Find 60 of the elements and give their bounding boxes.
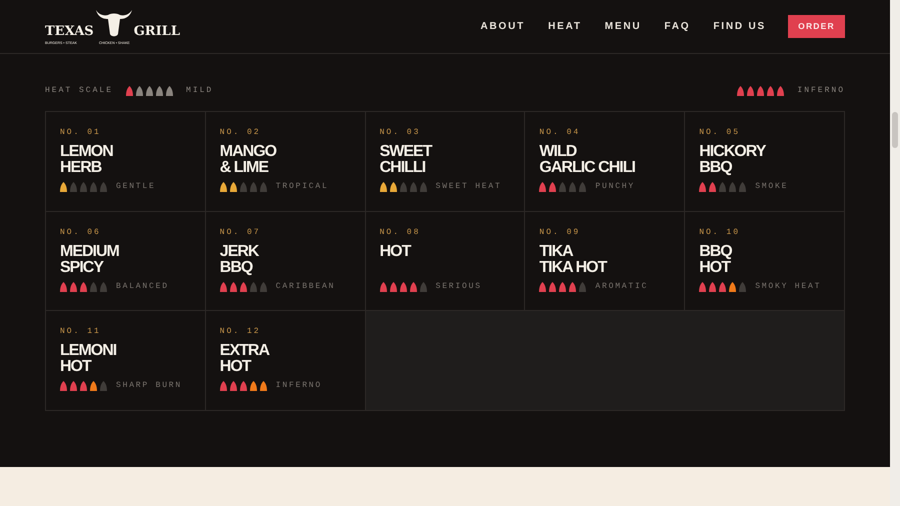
sauce-name: HERB [60,160,102,176]
heat-note: SWEET HEAT [436,181,502,193]
heat-note: SMOKY HEAT [755,280,822,292]
inferno-label: INFERNO [797,85,845,97]
sauce-name: HICKORY [699,144,767,160]
sauce-number: NO. 06 [60,228,102,238]
nav-link[interactable]: MENU [604,19,642,34]
logo-text: TEXAS [45,25,94,38]
sauce-name: GARLIC CHILI [539,160,636,176]
nav-link[interactable]: FAQ [664,19,690,34]
heat-note: PUNCHY [595,181,635,193]
sauce-name: SWEET [380,144,433,160]
heat-note: CARIBBEAN [276,280,336,292]
sauce-number: NO. 10 [699,228,741,238]
sauce-number: NO. 05 [699,128,741,138]
sauce-name: TIKA HOT [539,260,608,276]
sauce-name: CHILLI [380,160,426,176]
sauce-number: NO. 01 [60,128,102,138]
bull-head-icon [94,8,134,38]
sauce-number: NO. 03 [380,128,422,138]
sauce-name: MEDIUM [60,244,120,260]
heat-note: TROPICAL [276,181,329,193]
sauce-name: HOT [220,359,252,375]
sauce-number: NO. 07 [220,228,262,238]
nav-link[interactable]: HEAT [548,19,582,34]
logo-text: GRILL [134,25,180,38]
sauce-number: NO. 04 [539,128,582,138]
sauce-name: LEMONI [60,343,118,359]
sauce-name: TIKA [539,244,574,260]
heat-scale-label: HEAT SCALE [45,85,114,97]
sauce-name: BBQ [699,244,733,260]
sauce-number: NO. 08 [380,228,422,238]
heat-note: SERIOUS [436,280,482,292]
sauce-name: & LIME [220,160,270,176]
sauce-number: NO. 09 [539,228,582,238]
heat-note: SMOKE [755,181,788,193]
sauce-number: NO. 11 [60,327,102,337]
sauce-name: MANGO [220,144,278,160]
nav-link[interactable]: ABOUT [480,19,526,34]
sauce-name: BBQ [220,260,254,276]
scrollbar-thumb[interactable] [892,112,898,148]
sauce-name: BBQ [699,160,733,176]
mild-label: MILD [186,85,214,97]
sauce-number: NO. 12 [220,327,262,337]
order-button[interactable]: ORDER [788,15,845,38]
heat-note: BALANCED [116,280,169,292]
sauce-name: JERK [220,244,260,260]
heat-note: INFERNO [276,380,322,392]
sauce-name: LEMON [60,144,114,160]
heat-note: AROMATIC [595,280,648,292]
sauce-name: WILD [539,144,578,160]
nav-link[interactable]: FIND US [713,19,766,34]
sauce-name: EXTRA [220,343,270,359]
sauce-name: SPICY [60,260,105,276]
sauce-number: NO. 02 [220,128,262,138]
sauce-name: HOT [699,260,730,276]
heat-note: GENTLE [116,181,156,193]
sauce-name: HOT [60,359,92,375]
heat-note: SHARP BURN [116,380,182,392]
sauce-name: HOT [380,244,412,260]
